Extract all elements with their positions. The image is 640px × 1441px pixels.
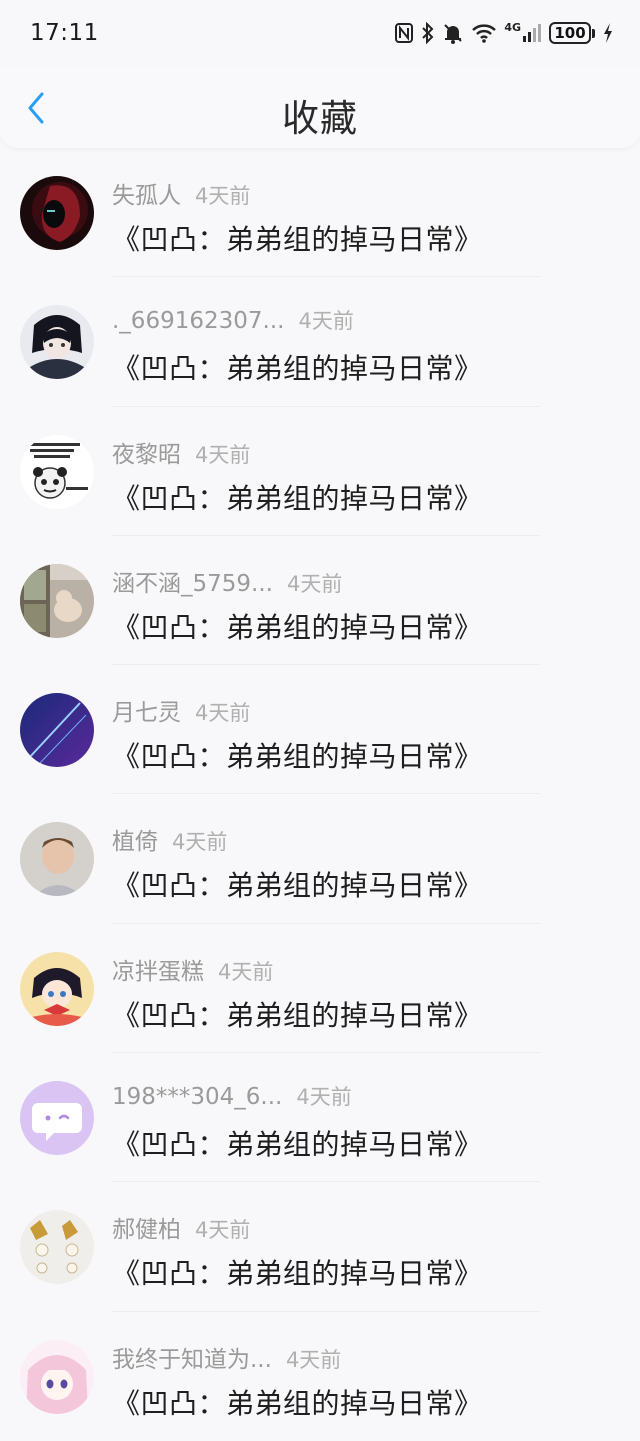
wifi-icon bbox=[471, 22, 497, 44]
story-title[interactable]: 《凹凸：弟弟组的掉马日常》 bbox=[112, 1252, 483, 1292]
mute-bell-icon bbox=[442, 22, 464, 44]
avatar[interactable] bbox=[20, 693, 94, 768]
bluetooth-icon bbox=[421, 22, 435, 44]
story-title[interactable]: 《凹凸：弟弟组的掉马日常》 bbox=[112, 994, 483, 1034]
time-ago: 4天前 bbox=[298, 309, 354, 334]
status-bar: 17:11 4G 100 bbox=[0, 0, 640, 66]
status-icons: 4G 100 bbox=[394, 22, 614, 44]
story-title[interactable]: 《凹凸：弟弟组的掉马日常》 bbox=[112, 1123, 483, 1163]
nfc-icon bbox=[394, 22, 414, 44]
list-item[interactable]: 月七灵 4天前 《凹凸：弟弟组的掉马日常》 bbox=[0, 665, 640, 795]
time-ago: 4天前 bbox=[296, 1085, 352, 1110]
list-item[interactable]: 失孤人 4天前 《凹凸：弟弟组的掉马日常》 bbox=[0, 148, 640, 278]
avatar[interactable] bbox=[20, 563, 94, 638]
username: 凉拌蛋糕 4天前 bbox=[112, 958, 274, 985]
time-ago: 4天前 bbox=[218, 959, 274, 984]
time-ago: 4天前 bbox=[195, 442, 251, 467]
avatar[interactable] bbox=[20, 305, 94, 380]
username: ._669162307... 4天前 bbox=[112, 308, 354, 335]
story-title[interactable]: 《凹凸：弟弟组的掉马日常》 bbox=[112, 477, 483, 517]
list-item[interactable]: 夜黎昭 4天前 《凹凸：弟弟组的掉马日常》 bbox=[0, 407, 640, 536]
username: 植倚 4天前 bbox=[112, 829, 228, 856]
time-ago: 4天前 bbox=[285, 1347, 342, 1372]
list-item[interactable]: 涵不涵_5759... 4天前 《凹凸：弟弟组的掉马日常》 bbox=[0, 536, 640, 666]
story-title[interactable]: 《凹凸：弟弟组的掉马日常》 bbox=[112, 606, 483, 646]
header-bar: 收藏 bbox=[0, 66, 640, 148]
username: 郝健柏 4天前 bbox=[112, 1217, 251, 1244]
avatar[interactable] bbox=[20, 951, 94, 1026]
story-title[interactable]: 《凹凸：弟弟组的掉马日常》 bbox=[112, 218, 483, 258]
avatar[interactable] bbox=[20, 434, 94, 509]
time-ago: 4天前 bbox=[286, 571, 343, 596]
time-ago: 4天前 bbox=[195, 701, 251, 726]
charging-icon bbox=[602, 22, 614, 44]
story-title[interactable]: 《凹凸：弟弟组的掉马日常》 bbox=[112, 1382, 483, 1422]
username: 失孤人 4天前 bbox=[112, 183, 251, 209]
status-time: 17:11 bbox=[30, 20, 99, 46]
page-title: 收藏 bbox=[282, 97, 358, 140]
avatar[interactable] bbox=[20, 1081, 94, 1156]
list-item[interactable]: 植倚 4天前 《凹凸：弟弟组的掉马日常》 bbox=[0, 794, 640, 924]
list-item[interactable]: 我终于知道为... 4天前 《凹凸：弟弟组的掉马日常》 bbox=[0, 1312, 640, 1441]
list-item[interactable]: ._669162307... 4天前 《凹凸：弟弟组的掉马日常》 bbox=[0, 277, 640, 407]
time-ago: 4天前 bbox=[195, 184, 251, 208]
signal-4g-icon: 4G bbox=[504, 22, 542, 44]
avatar[interactable] bbox=[20, 1339, 94, 1414]
avatar[interactable] bbox=[20, 1210, 94, 1285]
favorites-list: 失孤人 4天前 《凹凸：弟弟组的掉马日常》 ._669162307... 4天前 《… bbox=[0, 148, 640, 1441]
battery-icon: 100 bbox=[549, 22, 595, 44]
story-title[interactable]: 《凹凸：弟弟组的掉马日常》 bbox=[112, 735, 483, 775]
username: 涵不涵_5759... 4天前 bbox=[112, 570, 343, 597]
avatar[interactable] bbox=[20, 176, 94, 250]
username: 月七灵 4天前 bbox=[112, 700, 251, 727]
username: 夜黎昭 4天前 bbox=[112, 441, 251, 468]
story-title[interactable]: 《凹凸：弟弟组的掉马日常》 bbox=[112, 347, 483, 387]
time-ago: 4天前 bbox=[195, 1218, 251, 1243]
username: 我终于知道为... 4天前 bbox=[112, 1346, 342, 1373]
battery-level: 100 bbox=[549, 22, 591, 44]
username: 198***304_6... 4天前 bbox=[112, 1084, 352, 1111]
list-item[interactable]: 郝健柏 4天前 《凹凸：弟弟组的掉马日常》 bbox=[0, 1182, 640, 1312]
list-item[interactable]: 凉拌蛋糕 4天前 《凹凸：弟弟组的掉马日常》 bbox=[0, 924, 640, 1054]
avatar[interactable] bbox=[20, 822, 94, 897]
time-ago: 4天前 bbox=[172, 830, 228, 855]
story-title[interactable]: 《凹凸：弟弟组的掉马日常》 bbox=[112, 864, 483, 904]
list-item[interactable]: 198***304_6... 4天前 《凹凸：弟弟组的掉马日常》 bbox=[0, 1053, 640, 1183]
